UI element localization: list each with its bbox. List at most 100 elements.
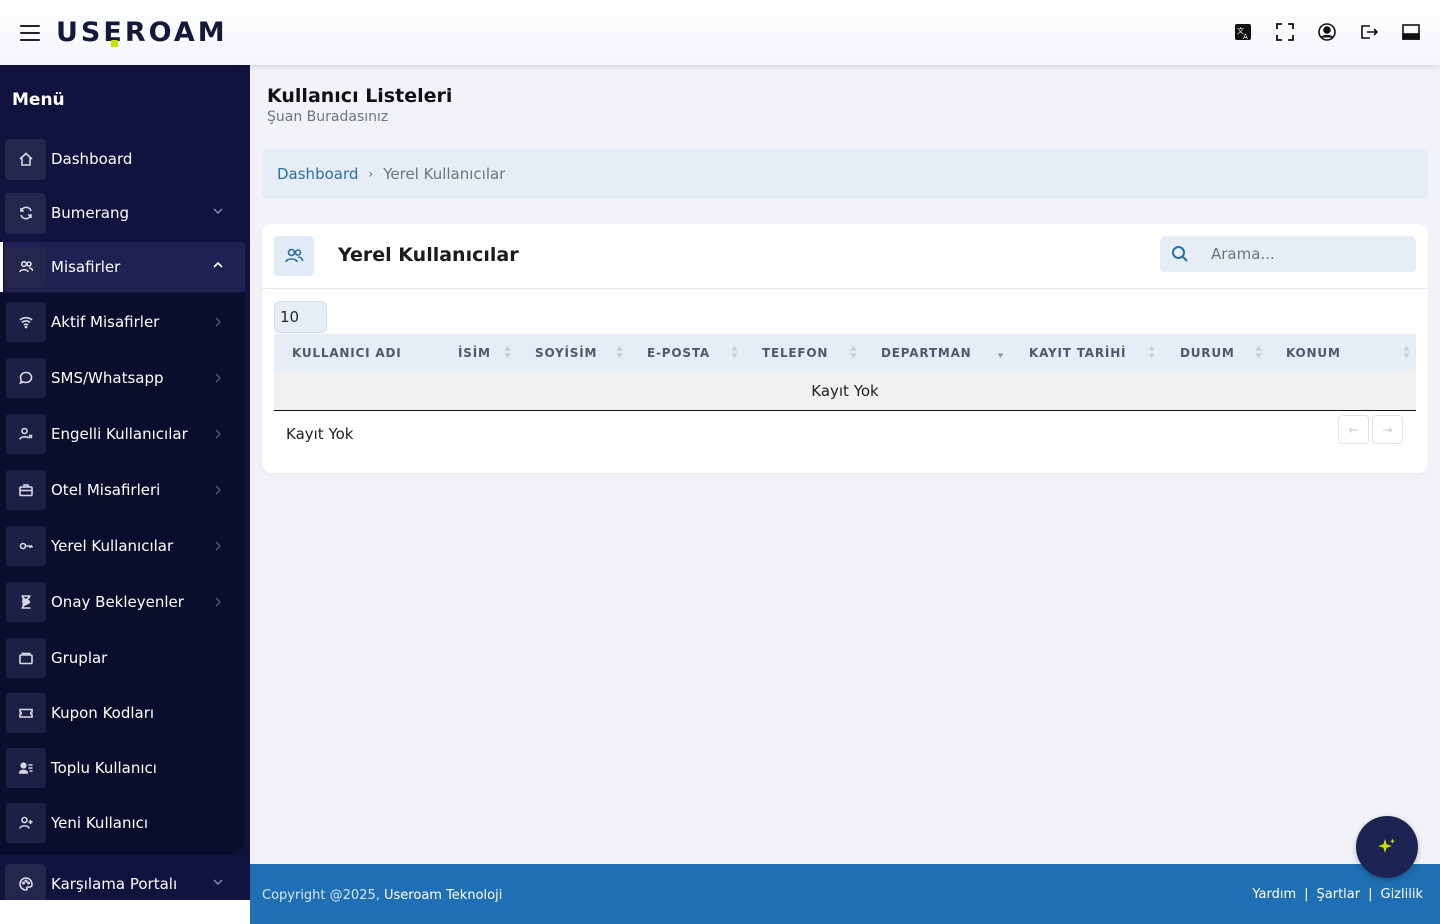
folder-icon — [6, 638, 46, 678]
sidebar-item-aktif-misafirler[interactable]: Aktif Misafirler — [6, 300, 239, 344]
sidebar-item-label: Bumerang — [51, 204, 130, 222]
column-header-durum[interactable]: DURUM — [1180, 334, 1235, 371]
sort-icon[interactable] — [504, 345, 511, 359]
chevron-up-icon — [213, 261, 223, 268]
table-header: KULLANICI ADI İSİM SOYİSİM E-POSTA TELEF… — [274, 334, 1416, 371]
column-header-departman[interactable]: DEPARTMAN — [881, 334, 972, 371]
palette-icon — [5, 863, 46, 900]
sort-icon[interactable] — [1255, 345, 1262, 359]
company-link[interactable]: Useroam Teknoloji — [384, 888, 502, 903]
footer-link-yardim[interactable]: Yardım — [1252, 887, 1296, 902]
sidebar-bottom-gap — [0, 900, 250, 924]
sidebar-item-karsilama-portali[interactable]: Karşılama Portalı — [4, 859, 245, 900]
column-header-kayit-tarihi[interactable]: KAYIT TARİHİ — [1029, 334, 1126, 371]
sparkle-icon — [1378, 838, 1396, 853]
breadcrumb-dashboard-link[interactable]: Dashboard — [277, 165, 358, 183]
sidebar-item-label: SMS/Whatsapp — [51, 369, 164, 387]
translate-icon[interactable]: 文A — [1234, 22, 1252, 42]
ai-assistant-button[interactable] — [1356, 816, 1418, 878]
footer-link-sartlar[interactable]: Şartlar — [1317, 887, 1361, 902]
sidebar-item-sms-whatsapp[interactable]: SMS/Whatsapp — [6, 356, 239, 400]
sidebar-item-kupon-kodlari[interactable]: Kupon Kodları — [6, 691, 239, 735]
sidebar-item-label: Karşılama Portalı — [51, 875, 178, 893]
footer-separator: | — [1304, 887, 1309, 902]
sidebar-item-label: Kupon Kodları — [51, 704, 155, 722]
search-box — [1160, 236, 1416, 272]
sidebar-item-label: Yerel Kullanıcılar — [51, 537, 174, 555]
sidebar-item-onay-bekleyenler[interactable]: Onay Bekleyenler — [6, 580, 239, 624]
sidebar-item-label: Toplu Kullanıcı — [51, 759, 157, 777]
prev-page-button[interactable]: ← — [1338, 415, 1369, 444]
column-header-konum[interactable]: KONUM — [1286, 334, 1341, 371]
users-icon — [5, 246, 46, 288]
chevron-right-icon — [215, 597, 221, 607]
chat-icon — [6, 358, 46, 398]
sidebar: Menü Dashboard Bumerang Misafirler Aktif… — [0, 65, 250, 900]
chevron-right-icon — [215, 373, 221, 383]
refresh-icon — [5, 192, 46, 234]
column-header-kullanici-adi[interactable]: KULLANICI ADI — [292, 334, 401, 371]
empty-table-row: Kayıt Yok — [274, 371, 1416, 411]
sort-icon[interactable] — [1148, 345, 1155, 359]
sidebar-item-engelli-kullanicilar[interactable]: Engelli Kullanıcılar — [6, 412, 239, 456]
users-card: Yerel Kullanıcılar 10 KULLANICI ADI İSİM… — [262, 224, 1428, 473]
briefcase-icon — [6, 470, 46, 510]
sort-icon[interactable] — [731, 345, 738, 359]
breadcrumb-current: Yerel Kullanıcılar — [383, 165, 506, 183]
card-header: Yerel Kullanıcılar — [262, 224, 1428, 289]
sidebar-item-yerel-kullanicilar[interactable]: Yerel Kullanıcılar — [6, 524, 239, 568]
breadcrumb: Dashboard › Yerel Kullanıcılar — [262, 149, 1428, 199]
sort-desc-icon[interactable] — [997, 345, 1004, 359]
search-input[interactable] — [1211, 245, 1411, 263]
next-page-button[interactable]: → — [1372, 415, 1403, 444]
user-list-icon — [6, 748, 46, 788]
user-circle-icon[interactable] — [1318, 22, 1336, 42]
column-header-isim[interactable]: İSİM — [458, 334, 491, 371]
search-icon — [1172, 246, 1188, 262]
menu-title: Menü — [12, 90, 65, 110]
page-size-select[interactable]: 10 — [274, 301, 327, 333]
page-header: Kullanıcı Listeleri Şuan Buradasınız — [267, 85, 452, 125]
wifi-icon — [6, 302, 46, 342]
top-bar: USEROAM 文A — [0, 0, 1440, 65]
svg-text:A: A — [1243, 33, 1248, 41]
sidebar-item-misafirler[interactable]: Misafirler — [0, 242, 245, 292]
column-header-telefon[interactable]: TELEFON — [762, 334, 828, 371]
table-info-text: Kayıt Yok — [286, 425, 354, 443]
sort-icon[interactable] — [1403, 345, 1410, 359]
chevron-right-icon — [215, 317, 221, 327]
ticket-icon — [6, 693, 46, 733]
hamburger-menu-icon[interactable] — [20, 24, 40, 41]
page-subtitle: Şuan Buradasınız — [267, 109, 389, 125]
sidebar-item-dashboard[interactable]: Dashboard — [4, 134, 245, 184]
logout-icon[interactable] — [1360, 22, 1378, 42]
useroam-logo[interactable]: USEROAM — [56, 17, 228, 48]
column-header-soyisim[interactable]: SOYİSİM — [535, 334, 597, 371]
hourglass-icon — [6, 582, 46, 622]
top-actions: 文A — [1234, 22, 1420, 42]
sort-icon[interactable] — [850, 345, 857, 359]
chevron-right-icon — [215, 429, 221, 439]
copyright: Copyright @2025, Useroam Teknoloji — [262, 888, 502, 903]
sidebar-item-label: Yeni Kullanıcı — [51, 814, 149, 832]
chevron-down-icon — [213, 879, 223, 885]
sidebar-item-label: Onay Bekleyenler — [51, 593, 184, 611]
sidebar-item-label: Otel Misafirleri — [51, 481, 161, 499]
sidebar-item-bumerang[interactable]: Bumerang — [4, 188, 245, 238]
footer-link-gizlilik[interactable]: Gizlilik — [1381, 887, 1424, 902]
sidebar-item-toplu-kullanici[interactable]: Toplu Kullanıcı — [6, 746, 239, 790]
column-header-e-posta[interactable]: E-POSTA — [647, 334, 710, 371]
brand-area: USEROAM — [0, 0, 250, 65]
fullscreen-icon[interactable] — [1276, 22, 1294, 42]
sort-icon[interactable] — [616, 345, 623, 359]
footer-links: Yardım | Şartlar | Gizlilik — [1252, 887, 1423, 902]
copyright-text: Copyright @2025, — [262, 888, 380, 903]
user-block-icon — [6, 414, 46, 454]
sidebar-item-gruplar[interactable]: Gruplar — [6, 636, 239, 680]
footer: Copyright @2025, Useroam Teknoloji Yardı… — [250, 864, 1440, 924]
chevron-right-icon — [215, 541, 221, 551]
sidebar-item-yeni-kullanici[interactable]: Yeni Kullanıcı — [6, 801, 239, 845]
sidebar-item-label: Dashboard — [51, 150, 133, 168]
window-icon[interactable] — [1402, 22, 1420, 42]
sidebar-item-otel-misafirleri[interactable]: Otel Misafirleri — [6, 468, 239, 512]
